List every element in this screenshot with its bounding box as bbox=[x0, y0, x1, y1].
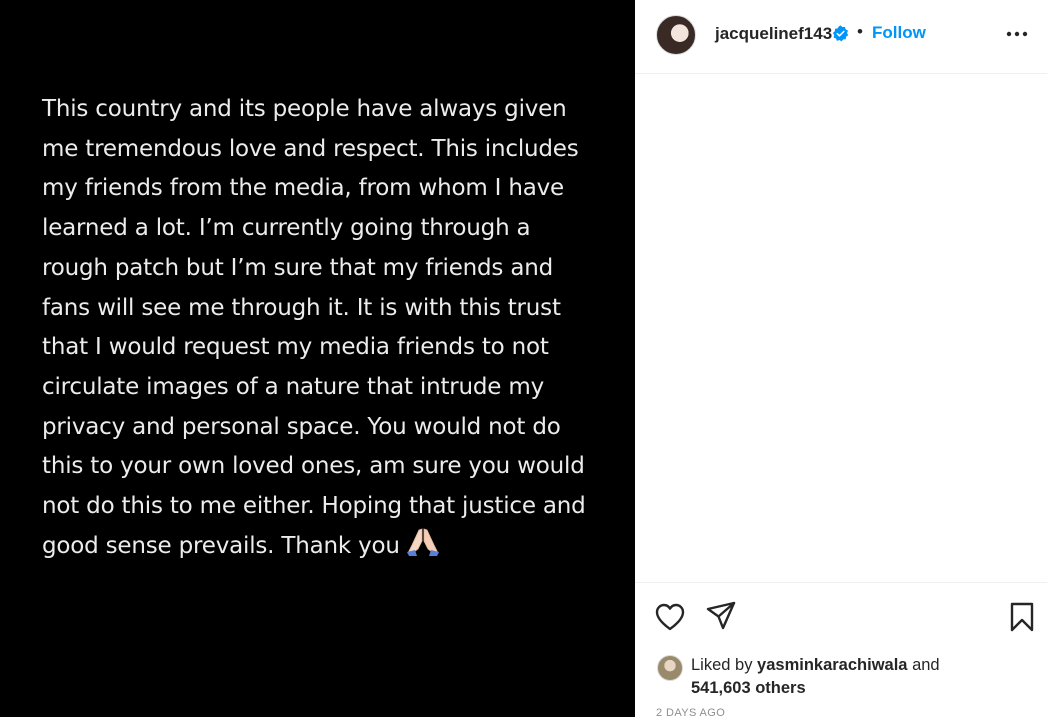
folded-hands-emoji bbox=[406, 527, 440, 571]
instagram-post-view: This country and its people have always … bbox=[0, 0, 1047, 717]
likes-conjunction: and bbox=[907, 656, 940, 674]
post-side-panel: jacquelinef143 • Follow Liked by yasmink… bbox=[635, 0, 1047, 717]
post-media[interactable]: This country and its people have always … bbox=[0, 0, 635, 717]
verified-badge-icon bbox=[832, 25, 849, 42]
liked-by-avatar[interactable] bbox=[657, 655, 683, 681]
comments-area bbox=[635, 75, 1047, 582]
post-statement-text: This country and its people have always … bbox=[42, 90, 602, 570]
heart-icon[interactable] bbox=[654, 601, 686, 633]
likes-prefix: Liked by bbox=[691, 656, 758, 674]
author-avatar[interactable] bbox=[656, 15, 696, 55]
post-actions-bar: Liked by yasminkarachiwala and 541,603 ot… bbox=[635, 582, 1047, 717]
paper-plane-icon[interactable] bbox=[705, 600, 737, 632]
post-header: jacquelinef143 • Follow bbox=[635, 0, 1047, 74]
author-username[interactable]: jacquelinef143 bbox=[715, 24, 832, 44]
post-statement-body: This country and its people have always … bbox=[42, 96, 586, 559]
bookmark-icon[interactable] bbox=[1006, 601, 1038, 633]
follow-button[interactable]: Follow bbox=[872, 23, 926, 43]
liked-by-username[interactable]: yasminkarachiwala bbox=[757, 656, 907, 674]
header-separator: • bbox=[857, 22, 863, 41]
post-timestamp[interactable]: 2 DAYS AGO bbox=[656, 707, 725, 717]
more-options-icon[interactable] bbox=[1004, 24, 1030, 44]
likes-others-count[interactable]: 541,603 others bbox=[691, 679, 806, 697]
likes-summary: Liked by yasminkarachiwala and 541,603 ot… bbox=[691, 654, 1031, 700]
